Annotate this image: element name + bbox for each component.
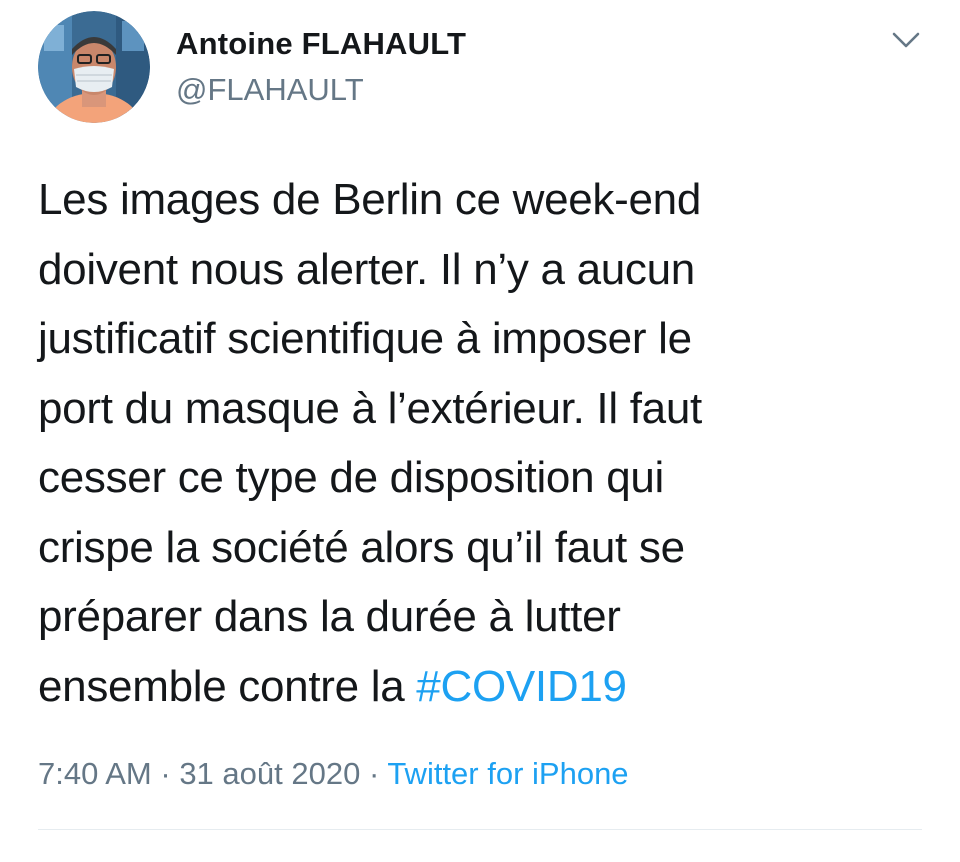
avatar[interactable] — [38, 11, 150, 123]
chevron-down-icon[interactable] — [884, 24, 928, 58]
tweet-text: Les images de Berlin ce week-end doivent… — [38, 165, 918, 721]
tweet-text-line: doivent nous alerter. Il n’y a aucun — [38, 244, 695, 294]
divider — [38, 829, 922, 830]
tweet-text-last-line: ensemble contre la #COVID19 — [38, 652, 918, 722]
avatar-image — [38, 11, 150, 123]
author-display-name[interactable]: Antoine FLAHAULT — [176, 24, 466, 64]
tweet-text-line: port du masque à l’extérieur. Il faut — [38, 383, 702, 433]
tweet-text-line: préparer dans la durée à lutter — [38, 592, 621, 641]
tweet-text-line: Les images de Berlin ce week-end — [38, 175, 701, 224]
tweet-text-line: ensemble contre la — [38, 661, 417, 711]
tweet-text-line: justificatif scientifique à imposer le — [38, 314, 692, 363]
tweet: Antoine FLAHAULT @FLAHAULT Les images de… — [0, 0, 960, 862]
meta-separator: · — [360, 756, 388, 791]
tweet-meta: 7:40 AM · 31 août 2020 · Twitter for iPh… — [38, 752, 629, 796]
tweet-source-link[interactable]: Twitter for iPhone — [387, 756, 628, 791]
meta-separator: · — [151, 756, 180, 791]
author-handle[interactable]: @FLAHAULT — [176, 70, 364, 110]
tweet-text-line: crispe la société alors qu’il faut se — [38, 522, 685, 572]
tweet-date[interactable]: 31 août 2020 — [179, 756, 360, 791]
tweet-time[interactable]: 7:40 AM — [38, 756, 152, 791]
hashtag-link[interactable]: #COVID19 — [416, 662, 627, 711]
tweet-text-line: cesser ce type de disposition qui — [38, 453, 665, 502]
